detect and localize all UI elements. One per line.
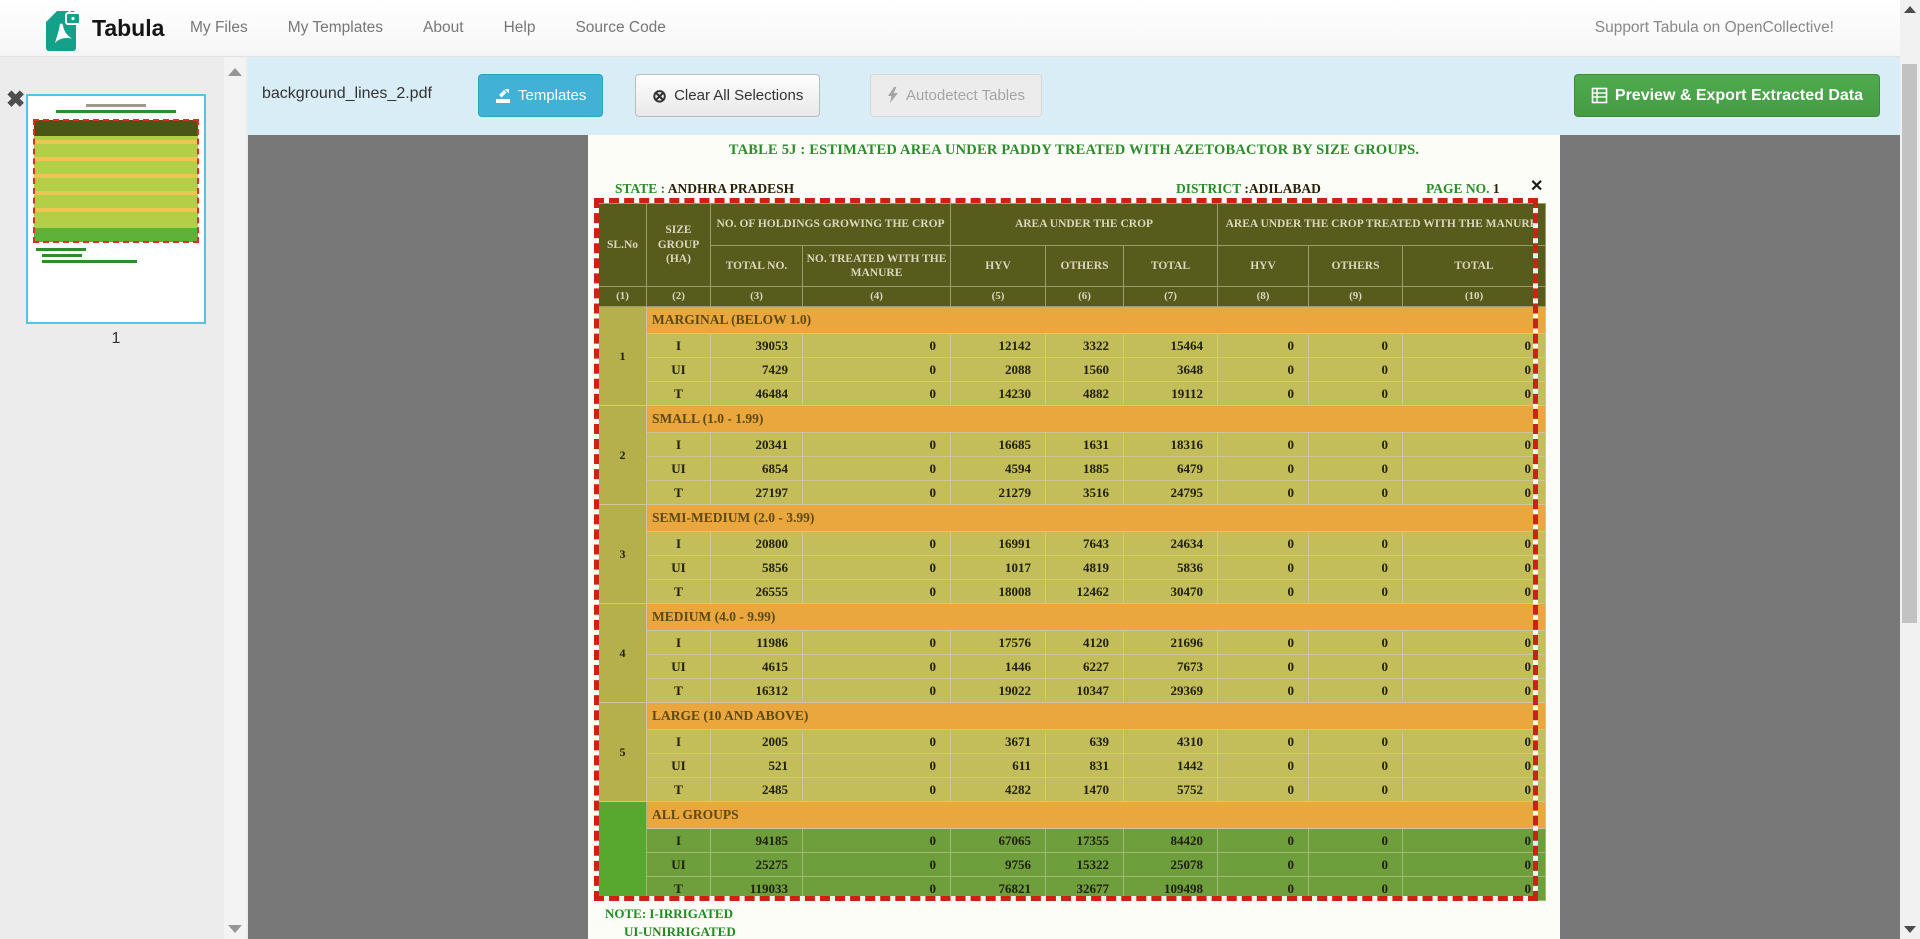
autodetect-tables-button: Autodetect Tables [870, 74, 1042, 117]
tabula-app-window: Tabula My Files My Templates About Help … [0, 0, 1920, 939]
document-toolbar: background_lines_2.pdf Templates ⊗ Clear… [248, 56, 1900, 135]
table-selection-region[interactable] [594, 198, 1538, 901]
menu-item-my-files[interactable]: My Files [190, 19, 248, 37]
autodetect-tables-label: Autodetect Tables [906, 87, 1025, 104]
document-filename: background_lines_2.pdf [262, 85, 432, 103]
lightning-icon [887, 87, 899, 104]
sidebar-scroll-down-icon[interactable] [228, 925, 242, 933]
brand-title[interactable]: Tabula [92, 0, 164, 56]
sidebar-scroll-up-icon[interactable] [228, 68, 242, 76]
tabula-logo-icon[interactable] [46, 7, 82, 51]
thumbnail-selection-outline [33, 119, 199, 243]
clear-selections-label: Clear All Selections [674, 87, 803, 104]
clear-all-selections-button[interactable]: ⊗ Clear All Selections [635, 74, 820, 117]
window-scrollbar[interactable] [1900, 0, 1920, 939]
top-navbar: Tabula My Files My Templates About Help … [0, 0, 1900, 57]
state-text: STATE : ANDHRA PRADESH [615, 181, 794, 197]
document-table-title: TABLE 5J : ESTIMATED AREA UNDER PADDY TR… [588, 142, 1560, 159]
remove-page-icon[interactable]: ✖ [6, 86, 25, 113]
menu-item-source-code[interactable]: Source Code [575, 19, 665, 37]
pdf-canvas: TABLE 5J : ESTIMATED AREA UNDER PADDY TR… [248, 135, 1900, 939]
preview-export-label: Preview & Export Extracted Data [1615, 87, 1863, 105]
preview-export-button[interactable]: Preview & Export Extracted Data [1574, 74, 1880, 117]
thumbnail-table [34, 120, 198, 242]
selection-close-icon[interactable]: ✕ [1530, 176, 1543, 196]
page-no-text: PAGE NO. 1 [1426, 181, 1500, 197]
page-thumbnail-sidebar: ✖ 1 [0, 56, 248, 939]
main-menu: My Files My Templates About Help Source … [190, 0, 666, 56]
templates-icon [495, 88, 511, 104]
scroll-down-icon[interactable] [1904, 926, 1916, 933]
menu-item-about[interactable]: About [423, 19, 464, 37]
sidebar-scrollbar[interactable] [224, 56, 246, 939]
export-table-icon [1591, 87, 1608, 104]
pdf-page[interactable]: TABLE 5J : ESTIMATED AREA UNDER PADDY TR… [588, 135, 1560, 939]
scroll-up-icon[interactable] [1904, 6, 1916, 13]
menu-item-help[interactable]: Help [504, 19, 536, 37]
templates-button-label: Templates [518, 87, 586, 104]
thumbnail-page-number: 1 [26, 330, 206, 348]
thumbnail-subtitle-line [56, 110, 176, 113]
clear-selections-icon: ⊗ [652, 87, 667, 105]
page-thumbnail[interactable] [26, 94, 206, 324]
district-text: DISTRICT :ADILABAD [1176, 181, 1321, 197]
scrollbar-thumb[interactable] [1902, 64, 1917, 623]
templates-button[interactable]: Templates [478, 74, 603, 117]
note-line-2: UI-UNIRRIGATED [624, 924, 736, 939]
note-line-1: NOTE: I-IRRIGATED [605, 906, 733, 922]
support-link[interactable]: Support Tabula on OpenCollective! [1595, 0, 1834, 56]
menu-item-my-templates[interactable]: My Templates [288, 19, 383, 37]
thumbnail-title-line [86, 104, 146, 107]
